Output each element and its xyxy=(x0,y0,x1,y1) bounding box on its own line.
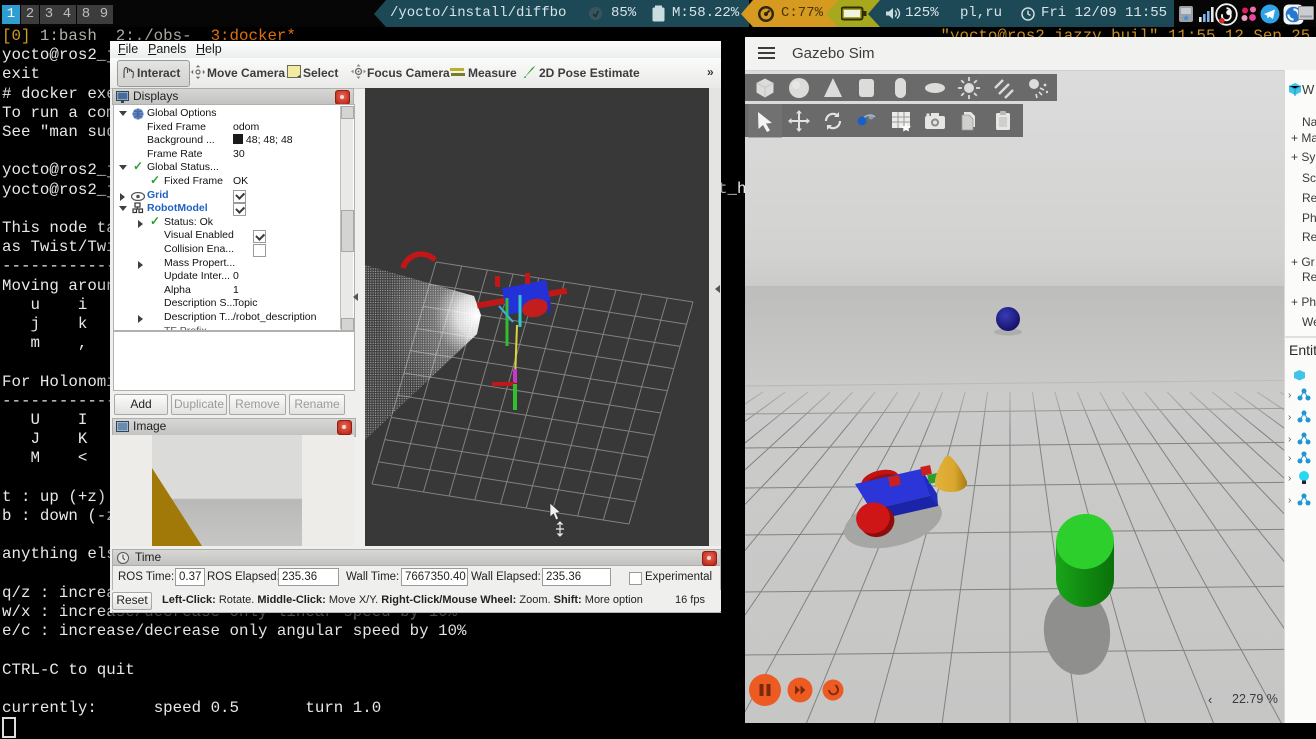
svg-text:22.79 %: 22.79 % xyxy=(1232,692,1278,706)
svg-text:‹: ‹ xyxy=(1208,692,1212,707)
